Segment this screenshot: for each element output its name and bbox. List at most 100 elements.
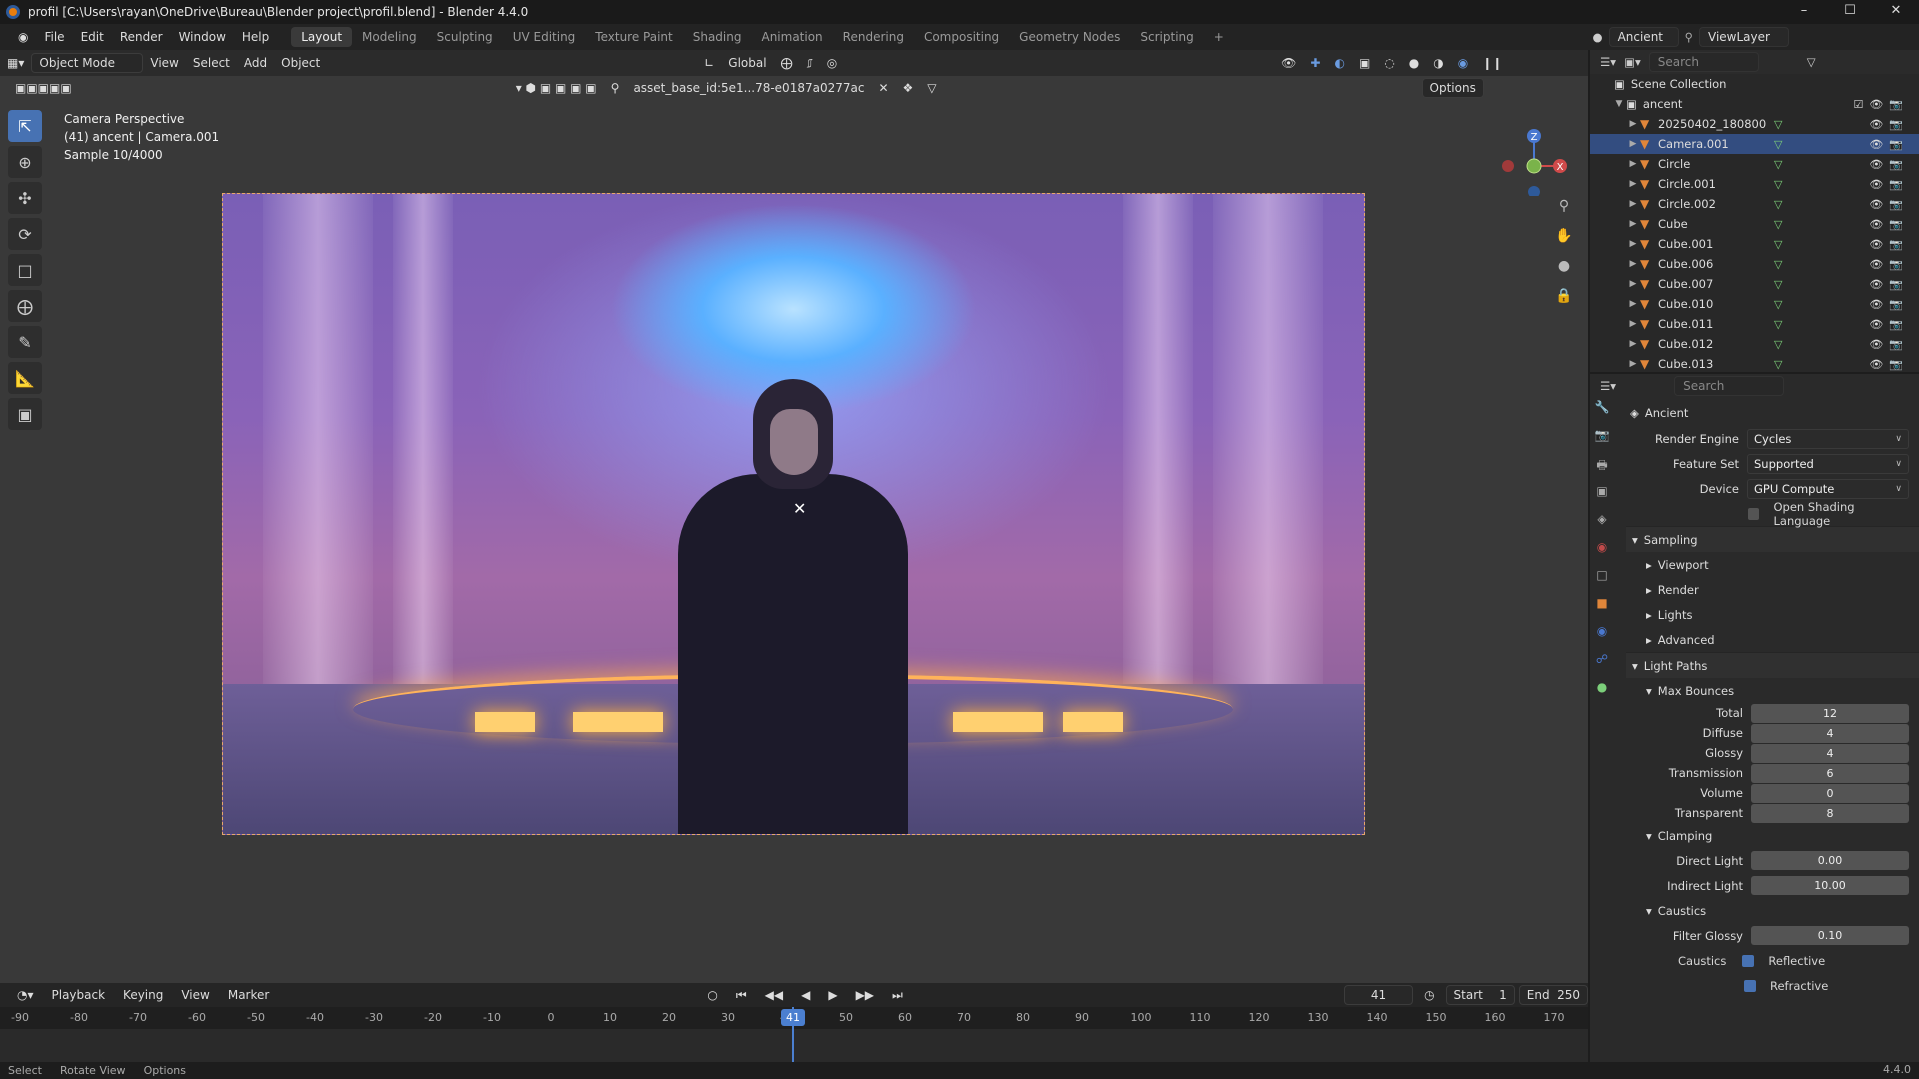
expand-icon[interactable]: ▶ (1626, 279, 1640, 289)
expand-icon[interactable]: ▶ (1626, 239, 1640, 249)
pin-icon[interactable]: ⚲ (1685, 30, 1693, 44)
clock-icon[interactable]: ◷ (1417, 985, 1441, 1005)
device-select[interactable]: GPU Compute (1747, 478, 1909, 499)
menu-keying[interactable]: Keying (116, 985, 170, 1005)
close-button[interactable]: ✕ (1873, 0, 1919, 24)
properties-search-input[interactable]: Search (1674, 376, 1785, 396)
menu-add[interactable]: Add (237, 53, 274, 73)
menu-file[interactable]: File (36, 30, 72, 44)
world-tab-icon[interactable]: ◉ (1590, 540, 1614, 568)
shading-material-icon[interactable]: ◑ (1426, 53, 1450, 73)
viewport[interactable]: ▦▾ Object Mode View Select Add Object ∟ … (0, 50, 1588, 983)
cursor-tool-icon[interactable]: ⊕ (8, 146, 42, 178)
outliner-row[interactable]: ▶ ▼ Cube.006 ▽ 👁📷 (1590, 254, 1919, 274)
expand-icon[interactable]: ▶ (1626, 139, 1640, 149)
row-visibility-icons[interactable]: 👁📷 (1869, 238, 1909, 251)
object-tab-icon[interactable]: ■ (1590, 596, 1614, 624)
search-icon[interactable]: ⚲ (604, 78, 627, 98)
expand-icon[interactable]: ▶ (1626, 339, 1640, 349)
scale-tool-icon[interactable]: □ (8, 254, 42, 286)
outliner-row[interactable]: ▶ ▼ Cube ▽ 👁📷 (1590, 214, 1919, 234)
sampling-subpanel[interactable]: ▸ Advanced (1626, 627, 1919, 652)
filter-glossy-field[interactable]: 0.10 (1751, 926, 1909, 945)
snap-icon[interactable]: ⎎ (800, 53, 820, 73)
tool-tab-icon[interactable]: 🔧 (1590, 400, 1614, 428)
output-tab-icon[interactable]: 🖶 (1590, 456, 1614, 484)
transform-tool-icon[interactable]: ⨁ (8, 290, 42, 322)
outliner-search-input[interactable]: Search (1648, 52, 1759, 72)
data-tab-icon[interactable]: ● (1590, 680, 1614, 708)
end-frame-field[interactable]: End 250 (1518, 985, 1588, 1005)
bookmark-icon[interactable]: ❖ (896, 78, 921, 98)
annotate-tool-icon[interactable]: ✎ (8, 326, 42, 358)
proportional-edit-icon[interactable]: ◎ (820, 53, 844, 73)
move-tool-icon[interactable]: ✣ (8, 182, 42, 214)
physics-tab-icon[interactable]: ◉ (1590, 624, 1614, 652)
clamping-header[interactable]: ▾ Clamping (1626, 823, 1919, 848)
light-paths-panel-header[interactable]: ▾ Light Paths (1626, 652, 1919, 678)
menu-object[interactable]: Object (274, 53, 327, 73)
camera-view-icon[interactable]: ● (1552, 258, 1576, 288)
mode-selector[interactable]: Object Mode (31, 53, 144, 73)
row-visibility-icons[interactable]: 👁📷 (1869, 258, 1909, 271)
caustics-header[interactable]: ▾ Caustics (1626, 898, 1919, 923)
play-reverse-icon[interactable]: ◀ (794, 985, 817, 1005)
outliner-row[interactable]: ▶ ▼ Cube.011 ▽ 👁📷 (1590, 314, 1919, 334)
visibility-icon[interactable]: 👁 (1274, 53, 1303, 73)
pan-hand-icon[interactable]: ✋ (1552, 228, 1576, 258)
collection-tab-icon[interactable]: □ (1590, 568, 1614, 596)
view-layer-tab-icon[interactable]: ▣ (1590, 484, 1614, 512)
tab-geometry-nodes[interactable]: Geometry Nodes (1009, 27, 1130, 47)
row-visibility-icons[interactable]: 👁📷 (1869, 338, 1909, 351)
display-mode-icon[interactable]: ▣▾ (1624, 55, 1641, 69)
expand-icon[interactable]: ▶ (1626, 359, 1640, 369)
expand-icon[interactable]: ▼ (1612, 99, 1626, 109)
row-visibility-icons[interactable]: ☑👁📷 (1853, 98, 1909, 111)
x-axis-label[interactable]: X (1557, 162, 1564, 173)
outliner-row[interactable]: ▶ ▼ 20250402_180800 ▽ 👁📷 (1590, 114, 1919, 134)
shading-solid-icon[interactable]: ● (1402, 53, 1426, 73)
start-frame-field[interactable]: Start 1 (1445, 985, 1515, 1005)
zoom-icon[interactable]: ⚲ (1552, 198, 1576, 228)
scene-collection-row[interactable]: ▣ Scene Collection (1590, 74, 1919, 94)
select-box-tool-icon[interactable]: ⇱ (8, 110, 42, 142)
row-visibility-icons[interactable]: 👁📷 (1869, 198, 1909, 211)
z-axis-label[interactable]: Z (1531, 132, 1538, 143)
editor-type-icon[interactable]: ▦▾ (0, 53, 31, 73)
bounce-field[interactable]: 12 (1751, 703, 1909, 723)
jump-end-icon[interactable]: ⏭ (885, 985, 910, 1005)
jump-start-icon[interactable]: ⏮ (729, 985, 754, 1005)
playhead-frame[interactable]: 41 (781, 1009, 805, 1026)
outliner-filter-icon[interactable]: ▽ (1807, 55, 1816, 69)
outliner-row[interactable]: ▶ ▼ Circle ▽ 👁📷 (1590, 154, 1919, 174)
shading-rendered-icon[interactable]: ◉ (1451, 53, 1475, 73)
bounce-field[interactable]: 4 (1751, 723, 1909, 743)
tab-sculpting[interactable]: Sculpting (427, 27, 503, 47)
tab-texture-paint[interactable]: Texture Paint (585, 27, 682, 47)
play-icon[interactable]: ▶ (821, 985, 844, 1005)
row-visibility-icons[interactable]: 👁📷 (1869, 298, 1909, 311)
outliner-row[interactable]: ▶ ▼ Cube.007 ▽ 👁📷 (1590, 274, 1919, 294)
gizmo-toggle-icon[interactable]: ✚ (1303, 53, 1327, 73)
row-visibility-icons[interactable]: 👁📷 (1869, 118, 1909, 131)
row-visibility-icons[interactable]: 👁📷 (1869, 318, 1909, 331)
measure-tool-icon[interactable]: 📐 (8, 362, 42, 394)
pivot-icon[interactable]: ⨁ (774, 53, 800, 73)
menu-playback[interactable]: Playback (45, 985, 113, 1005)
filter-icon[interactable]: ▽ (920, 78, 943, 98)
osl-checkbox[interactable] (1748, 507, 1760, 520)
clear-asset-icon[interactable]: ✕ (871, 78, 895, 98)
expand-icon[interactable]: ▶ (1626, 179, 1640, 189)
properties-editor-icon[interactable]: ☰▾ (1600, 379, 1616, 393)
sampling-subpanel[interactable]: ▸ Viewport (1626, 552, 1919, 577)
viewport-options-button[interactable]: Options (1421, 78, 1484, 98)
tab-uv-editing[interactable]: UV Editing (503, 27, 586, 47)
reflective-checkbox[interactable] (1742, 954, 1755, 967)
menu-render[interactable]: Render (112, 30, 171, 44)
sampling-subpanel[interactable]: ▸ Lights (1626, 602, 1919, 627)
row-visibility-icons[interactable]: 👁📷 (1869, 138, 1909, 151)
outliner-row[interactable]: ▶ ▼ Cube.012 ▽ 👁📷 (1590, 334, 1919, 354)
expand-icon[interactable]: ▶ (1626, 319, 1640, 329)
navigation-gizmo[interactable]: Z X (1498, 116, 1568, 196)
bounce-field[interactable]: 4 (1751, 743, 1909, 763)
